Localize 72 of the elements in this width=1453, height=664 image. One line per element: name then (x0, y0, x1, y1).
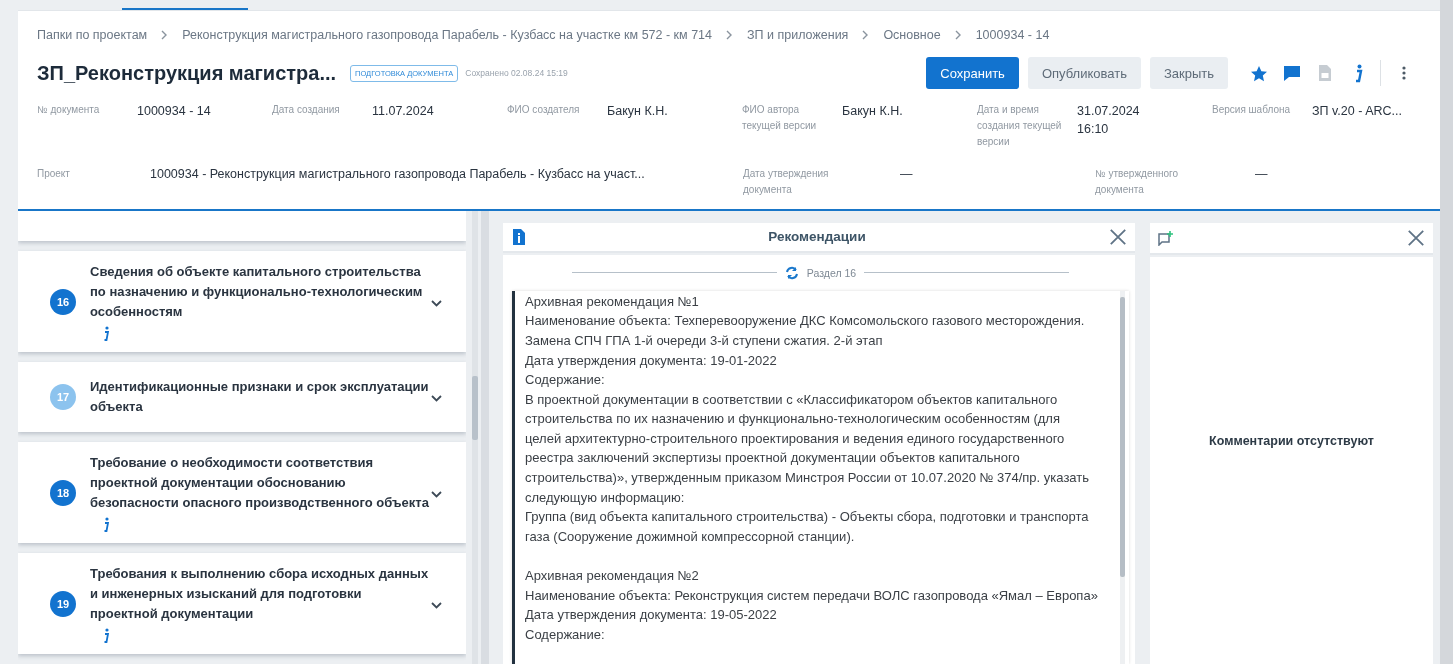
recommendation-paragraph: Дата утверждения документа: 19-01-2022 (525, 351, 778, 370)
document-info-icon (513, 228, 525, 245)
close-icon[interactable] (1109, 227, 1127, 246)
recommendation-paragraph: В проектной документации в соответствии с «Классификатором объектов капитального строительства по их назначению и функционально-технологическим особенностям (для целей архитектурно-строительного проектирования и ведения единого государственного реестра заключений экспертизы проектной документации объектов капитального строительства)», утвержденным приказом Минстроя России от 10.07.2020 № 374/пр. указать следующую информацию: (525, 390, 1090, 507)
chevron-right-icon (161, 30, 169, 40)
field-value: Бакун К.Н. (842, 103, 903, 120)
field-value: Бакун К.Н. (607, 103, 668, 120)
recommendation-paragraph: Архивная рекомендация №2 (525, 567, 700, 586)
chevron-right-icon (726, 30, 733, 40)
section-title[interactable]: Требование о необходимости соответствия проектной документации обоснованию безопасности опасного производственного объекта (90, 453, 431, 513)
scrollbar-thumb[interactable] (472, 376, 478, 440)
field-value: — (900, 166, 913, 182)
chevron-down-icon[interactable] (431, 601, 442, 609)
section-number: 18 (50, 479, 76, 506)
resize-handle[interactable] (481, 211, 489, 664)
saved-timestamp: Сохранено 02.08.24 15:19 (465, 68, 568, 78)
save-button[interactable]: Сохранить (926, 57, 1019, 89)
recommendation-paragraph: Дата утверждения документа: 19-05-2022 (525, 606, 778, 625)
refresh-icon[interactable] (784, 265, 799, 280)
recommendation-paragraph: Архивная рекомендация №1 (525, 292, 700, 311)
recommendation-paragraph: Группа (вид объекта капитального строительства) - Объекты сбора, подготовки и транспорта газа (Сооружение дожимной компрессорной станции). (525, 508, 1090, 546)
section-number: 16 (50, 288, 76, 315)
add-comment-icon[interactable] (1158, 230, 1174, 246)
recommendation-paragraph: Содержание: (525, 371, 606, 390)
section-label: Раздел 16 (806, 266, 857, 279)
chevron-down-icon[interactable] (431, 395, 442, 402)
chevron-right-icon (954, 30, 962, 40)
close-icon[interactable] (1407, 229, 1425, 247)
action-button[interactable]: Опубликовать (1027, 57, 1141, 89)
field-label: ФИО создателя (507, 103, 581, 117)
panel-title: Рекомендации (767, 229, 867, 245)
field-label: ФИО автора текущей версии (742, 103, 818, 133)
more-icon[interactable] (1401, 66, 1406, 80)
star-icon[interactable] (1249, 64, 1268, 82)
breadcrumb-link[interactable]: Папки по проектам (37, 28, 148, 42)
field-value: 31.07.2024 16:10 (1077, 103, 1141, 138)
section-number: 19 (50, 590, 76, 617)
info-icon[interactable] (102, 326, 110, 341)
field-value: 1000934 - Реконструкция магистрального газопровода Парабель - Кузбасс на участ... (150, 166, 645, 182)
recommendation-paragraph: Наименование объекта: Реконструкция систем передачи ВОЛС газопровода «Ямал – Европа» (525, 586, 1098, 605)
chevron-down-icon[interactable] (431, 299, 442, 307)
section-title[interactable]: Требования к выполнению сбора исходных данных и инженерных изысканий для подготовки проектной документации (90, 564, 431, 624)
chevron-right-icon (862, 30, 870, 40)
field-value: 1000934 - 14 (137, 103, 211, 120)
breadcrumb-link[interactable]: 1000934 - 14 (975, 28, 1050, 42)
field-label: № документа (37, 103, 101, 117)
field-value: ЗП v.20 - ARC... (1312, 103, 1402, 120)
field-label: Проект (37, 167, 71, 181)
breadcrumb-link[interactable]: Реконструкция магистрального газопровода Парабель - Кузбасс на участке км 572 - км 714 (182, 28, 712, 42)
scrollbar-thumb[interactable] (1120, 296, 1125, 577)
section-title[interactable]: Идентификационные признаки и срок эксплуатации объекта (90, 377, 431, 417)
chevron-down-icon[interactable] (431, 490, 442, 498)
field-label: № утвержденного документа (1095, 167, 1180, 197)
recommendation-paragraph: Наименование объекта: Техперевооружение ДКС Комсомольского газового месторождения. Замена СПЧ ГПА 1-й очереди 3-й ступени сжатия. 2-й этап (525, 312, 1086, 350)
field-label: Дата утверждения документа (743, 167, 830, 197)
info-icon[interactable] (102, 628, 110, 643)
section-number: 17 (50, 384, 76, 410)
info-icon[interactable] (102, 517, 110, 532)
field-label: Дата и время создания текущей версии (977, 103, 1063, 149)
field-value: — (1255, 166, 1268, 182)
recommendation-paragraph: Содержание: (525, 625, 606, 644)
action-button[interactable]: Закрыть (1149, 57, 1228, 89)
field-label: Версия шаблона (1212, 103, 1292, 117)
breadcrumb-link[interactable]: Основное (883, 28, 941, 42)
scrollbar[interactable] (1440, 0, 1453, 664)
document-title: ЗП_Реконструкция магистра... (37, 61, 337, 85)
comment-icon[interactable] (1282, 64, 1301, 82)
section-title[interactable]: Сведения об объекте капитального строительства по назначению и функционально-технологическим особенностям (90, 262, 431, 322)
breadcrumb-link[interactable]: ЗП и приложения (747, 28, 849, 42)
field-value: 11.07.2024 (372, 103, 434, 120)
empty-state-text: Комментарии отсутствуют (1209, 433, 1374, 448)
field-label: Дата создания (272, 103, 341, 117)
